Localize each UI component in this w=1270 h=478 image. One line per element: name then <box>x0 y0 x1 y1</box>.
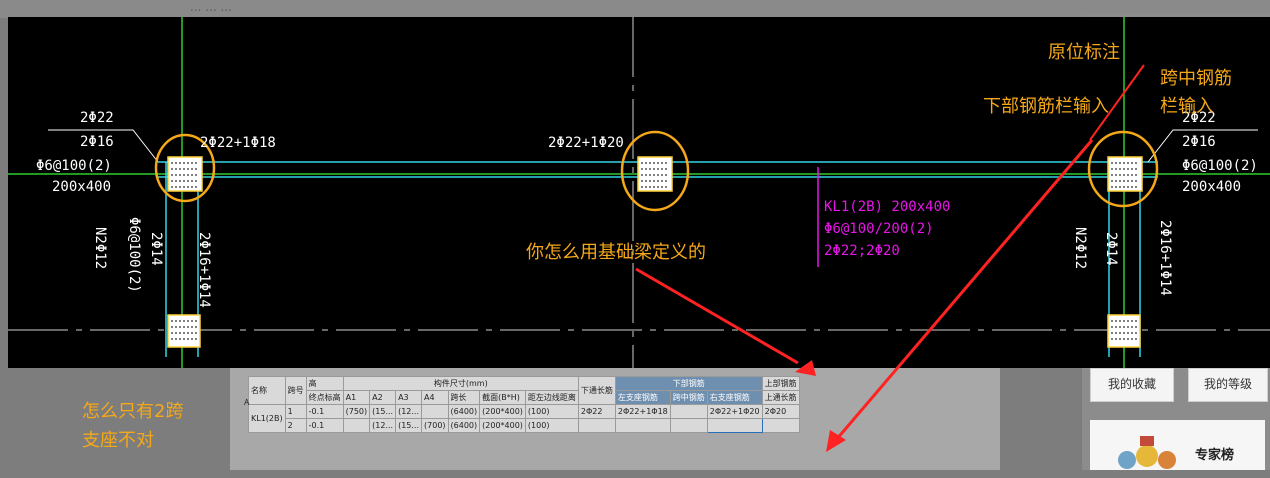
experts-title: 专家榜 <box>1195 448 1235 463</box>
cad-vert-left-2: 2Φ16+1Φ14 <box>196 232 212 308</box>
annotation-in-situ: 原位标注 <box>1048 42 1120 63</box>
cad-span2-bottom: 2Φ22+1Φ20 <box>548 135 624 151</box>
cad-vert-right-1: 2Φ14 <box>1103 232 1119 266</box>
col-a1: A1 <box>342 390 371 405</box>
cell-a1[interactable]: (750) <box>342 404 371 419</box>
table-row[interactable]: 2 -0.1 (12... (15... (700) (6400) (200*4… <box>249 418 800 433</box>
col-left-support: 左支座钢筋 <box>614 390 671 405</box>
cell-midspan[interactable] <box>669 404 708 419</box>
cell-a2[interactable]: (15... <box>369 404 397 419</box>
cell-end-elev[interactable]: -0.1 <box>305 404 344 419</box>
cell-a2[interactable]: (12... <box>369 418 397 433</box>
top-hint-text: ... ... ... <box>190 0 232 14</box>
cad-beam-label-2: Φ6@100/200(2) <box>824 221 934 237</box>
cell-span-length[interactable]: (6400) <box>447 404 481 419</box>
cad-beam-label-1: KL1(2B) 200x400 <box>824 199 951 215</box>
annotation-only-two-line1: 怎么只有2跨 <box>82 401 184 422</box>
col-a3: A3 <box>395 390 423 405</box>
cell-bottom-continuous[interactable] <box>577 418 616 433</box>
cell-span[interactable]: 1 <box>284 404 307 419</box>
cad-right-rebar-3: Φ6@100(2) <box>1182 158 1258 174</box>
my-favorites-button[interactable]: 我的收藏 <box>1090 368 1174 402</box>
cad-beam-label-3: 2Φ22;2Φ20 <box>824 243 900 259</box>
cell-section[interactable]: (200*400) <box>479 404 526 419</box>
beam-property-table-panel: 名称 跨号 高 构件尺寸(mm) 下通长筋 下部钢筋 上部钢筋 终点标高 A1 … <box>230 368 1000 470</box>
col-right-support: 右支座钢筋 <box>706 390 763 405</box>
my-level-button[interactable]: 我的等级 <box>1188 368 1268 402</box>
cad-vert-right-3: N2Φ12 <box>1072 227 1088 270</box>
cell-midspan[interactable] <box>669 418 708 433</box>
cell-left-offset[interactable]: (100) <box>524 404 579 419</box>
table-row[interactable]: KL1(2B) 1 -0.1 (750) (15... (12... (6400… <box>248 404 800 433</box>
beam-property-table: 名称 跨号 高 构件尺寸(mm) 下通长筋 下部钢筋 上部钢筋 终点标高 A1 … <box>248 376 800 433</box>
cell-a1[interactable] <box>342 418 371 433</box>
red-arrow-1-shaft <box>635 267 799 365</box>
annotation-bottom-bar-input: 下部钢筋栏输入 <box>983 96 1109 117</box>
cell-end-elev[interactable]: -0.1 <box>305 418 344 433</box>
cad-vert-right-2: 2Φ16+1Φ14 <box>1157 220 1173 296</box>
col-span-length: 跨长 <box>447 390 481 405</box>
annotation-question: 你怎么用基础梁定义的 <box>526 242 706 263</box>
col-height: 高 <box>305 376 344 391</box>
browser-top-strip: ... ... ... <box>0 0 1270 18</box>
cad-left-rebar-3: Φ6@100(2) <box>36 158 112 174</box>
col-size-group: 构件尺寸(mm) <box>342 376 579 391</box>
cad-vert-left-1: 2Φ14 <box>148 232 164 266</box>
col-span: 跨号 <box>284 376 307 405</box>
cell-left-support[interactable]: 2Φ22+1Φ18 <box>614 404 671 419</box>
col-top-continuous: 上通长筋 <box>761 390 800 405</box>
cell-span-length[interactable]: (6400) <box>447 418 481 433</box>
cell-top-continuous[interactable]: 2Φ20 <box>761 404 800 419</box>
col-a2: A2 <box>369 390 397 405</box>
experts-card <box>1090 420 1265 470</box>
cad-right-rebar-2: 2Φ16 <box>1182 134 1216 150</box>
cad-left-rebar-4: 200x400 <box>52 179 112 195</box>
cad-span1-bottom: 2Φ22+1Φ18 <box>200 135 276 151</box>
col-bottom-rebar-group: 下部钢筋 <box>614 376 763 391</box>
cell-left-support[interactable] <box>614 418 671 433</box>
cell-right-support[interactable]: 2Φ22+1Φ20 <box>706 404 763 419</box>
col-a4: A4 <box>421 390 449 405</box>
cad-left-rebar-2: 2Φ16 <box>80 134 114 150</box>
row-marker: A <box>244 398 250 407</box>
col-name: 名称 <box>248 376 286 405</box>
col-top-rebar-group: 上部钢筋 <box>761 376 800 391</box>
cell-a4[interactable]: (700) <box>421 418 449 433</box>
cad-vert-left-3: Φ6@100(2) <box>126 217 142 293</box>
cad-left-rebar-1: 2Φ22 <box>80 110 114 126</box>
cell-top-continuous[interactable] <box>761 418 800 433</box>
left-gray-area: 怎么只有2跨 支座不对 <box>0 368 230 470</box>
annotation-midspan-line2: 栏输入 <box>1160 96 1214 117</box>
col-end-elev: 终点标高 <box>305 390 344 405</box>
col-left-offset: 距左边线距离 <box>524 390 579 405</box>
annotation-midspan-line1: 跨中钢筋 <box>1160 68 1232 89</box>
cell-a4[interactable] <box>421 404 449 419</box>
cell-section[interactable]: (200*400) <box>479 418 526 433</box>
col-bottom-continuous: 下通长筋 <box>577 376 616 405</box>
cell-left-offset[interactable]: (100) <box>524 418 579 433</box>
col-section: 截面(B*H) <box>479 390 526 405</box>
cell-a3[interactable]: (15... <box>395 418 423 433</box>
cad-drawing-canvas: 2Φ22 2Φ16 Φ6@100(2) 200x400 2Φ22 2Φ16 Φ6… <box>8 17 1270 368</box>
cell-right-support[interactable] <box>706 418 763 433</box>
medal-icon <box>1118 436 1176 469</box>
col-midspan: 跨中钢筋 <box>669 390 708 405</box>
cell-name[interactable]: KL1(2B) <box>248 404 286 433</box>
cell-a3[interactable]: (12... <box>395 404 423 419</box>
cell-span[interactable]: 2 <box>284 418 307 433</box>
cad-vert-left-4: N2Φ12 <box>92 227 108 270</box>
cad-right-rebar-4: 200x400 <box>1182 179 1242 195</box>
annotation-only-two-line2: 支座不对 <box>82 430 154 451</box>
cell-bottom-continuous[interactable]: 2Φ22 <box>577 404 616 419</box>
cad-plan-graphics <box>8 17 1270 368</box>
